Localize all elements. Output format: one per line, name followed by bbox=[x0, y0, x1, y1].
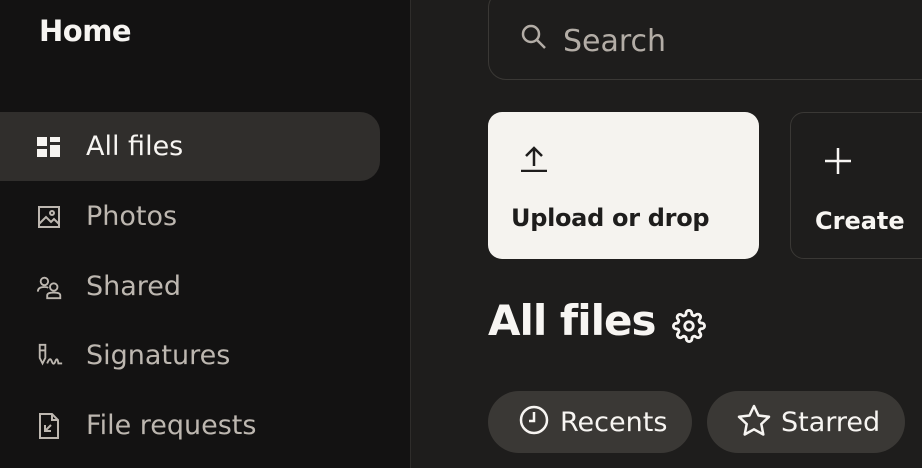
gear-icon[interactable] bbox=[672, 309, 706, 343]
sidebar-item-all-files[interactable]: All files bbox=[0, 112, 380, 181]
plus-icon bbox=[822, 145, 854, 182]
sidebar-item-label: All files bbox=[86, 131, 184, 162]
sidebar-item-file-requests[interactable]: File requests bbox=[0, 391, 380, 460]
sidebar-item-shared[interactable]: Shared bbox=[0, 252, 380, 321]
upload-label: Upload or drop bbox=[511, 204, 710, 232]
create-label: Create bbox=[815, 207, 905, 235]
shared-icon bbox=[36, 273, 64, 301]
search-input[interactable]: Search bbox=[488, 0, 922, 80]
sidebar-item-photos[interactable]: Photos bbox=[0, 182, 380, 251]
upload-icon bbox=[519, 144, 549, 177]
signatures-icon bbox=[36, 342, 64, 370]
search-icon bbox=[519, 22, 549, 57]
sidebar-title[interactable]: Home bbox=[39, 14, 132, 48]
sidebar-item-label: Signatures bbox=[86, 340, 231, 371]
search-placeholder: Search bbox=[563, 24, 667, 59]
starred-filter-button[interactable]: Starred bbox=[707, 391, 905, 453]
create-button[interactable]: Create bbox=[790, 112, 922, 259]
sidebar-item-label: Shared bbox=[86, 271, 182, 302]
page-title: All files bbox=[488, 296, 656, 345]
sidebar-item-label: Photos bbox=[86, 201, 178, 232]
star-icon bbox=[737, 404, 771, 441]
recents-filter-button[interactable]: Recents bbox=[488, 391, 692, 453]
recents-label: Recents bbox=[560, 406, 668, 438]
upload-button[interactable]: Upload or drop bbox=[488, 112, 759, 259]
photos-icon bbox=[36, 203, 64, 231]
starred-label: Starred bbox=[781, 406, 881, 438]
file-requests-icon bbox=[36, 412, 64, 440]
sidebar-item-signatures[interactable]: Signatures bbox=[0, 321, 380, 390]
all-files-icon bbox=[36, 133, 64, 161]
sidebar-item-label: File requests bbox=[86, 410, 257, 441]
sidebar: Home All files Photos Shared Signatures … bbox=[0, 0, 411, 468]
clock-icon bbox=[518, 404, 550, 441]
